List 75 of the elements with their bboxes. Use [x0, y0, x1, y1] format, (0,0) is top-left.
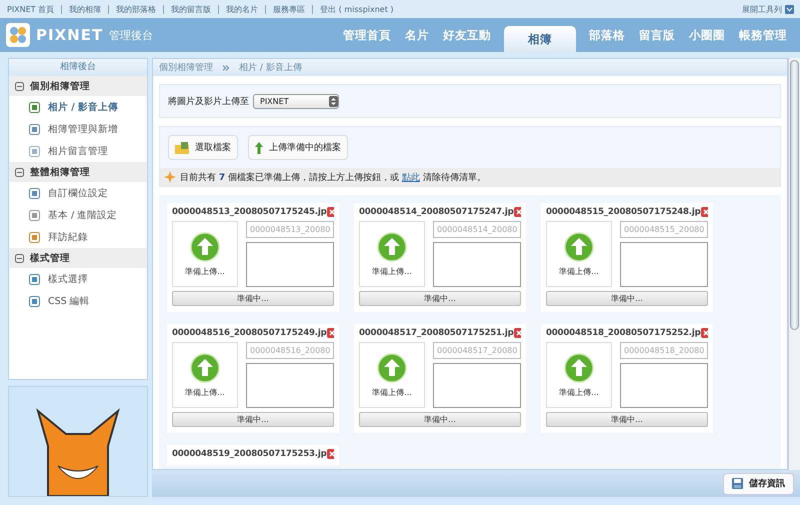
sidebar-item[interactable]: 自訂欄位設定	[9, 182, 147, 204]
sidebar-item[interactable]: CSS 編輯	[9, 290, 147, 312]
close-icon[interactable]	[514, 207, 521, 217]
file-name: 0000048514_20080507175247.jp	[359, 207, 514, 217]
sidebar-item[interactable]: 基本 / 進階設定	[9, 204, 147, 226]
preparing-button[interactable]: 準備中...	[172, 412, 334, 427]
close-icon[interactable]	[326, 449, 334, 459]
sidebar-section[interactable]: 樣式管理	[9, 248, 147, 268]
close-icon[interactable]	[700, 207, 708, 217]
preparing-button[interactable]: 準備中...	[172, 291, 334, 306]
top-link[interactable]: 我的留言版	[163, 4, 218, 14]
file-name: 0000048515_20080507175248.jp	[546, 207, 701, 217]
brand-name: PIXNET	[36, 26, 104, 44]
top-link[interactable]: 我的相簿	[61, 4, 108, 14]
close-icon[interactable]	[700, 328, 708, 338]
folder-icon	[175, 142, 189, 154]
stepper-icon	[329, 96, 338, 106]
file-name: 0000048517_20080507175251.jp	[359, 328, 514, 338]
upload-status: 準備上傳...	[559, 386, 599, 398]
preparing-button[interactable]: 準備中...	[546, 412, 708, 427]
sidebar-title: 相簿後台	[9, 59, 147, 76]
description-field[interactable]	[246, 363, 334, 408]
logo-icon	[6, 23, 30, 47]
up-arrow-icon	[255, 142, 263, 154]
upload-status: 準備上傳...	[372, 266, 412, 276]
sidebar-item[interactable]: 相片 / 影音上傳	[9, 96, 147, 118]
close-icon[interactable]	[326, 328, 334, 338]
preparing-button[interactable]: 準備中...	[546, 291, 708, 306]
sidebar-item[interactable]: 相片留言管理	[9, 140, 147, 162]
collapse-icon[interactable]	[15, 82, 24, 90]
select-files-button[interactable]: 選取檔案	[168, 135, 238, 160]
top-link[interactable]: 登出 ( misspixnet )	[312, 4, 401, 14]
scrollbar[interactable]	[788, 58, 800, 470]
expand-icon[interactable]	[785, 4, 794, 14]
sidebar-section[interactable]: 個別相簿管理	[9, 76, 147, 96]
upload-status: 準備上傳...	[559, 266, 599, 276]
description-field[interactable]	[433, 242, 521, 287]
preparing-button[interactable]: 準備中...	[359, 412, 521, 427]
destination-select[interactable]: PIXNET	[253, 94, 339, 108]
description-field[interactable]	[620, 242, 708, 287]
file-name: 0000048519_20080507175253.jp	[172, 449, 327, 459]
close-icon[interactable]	[514, 328, 521, 338]
file-name: 0000048513_20080507175245.jp	[172, 207, 327, 217]
breadcrumb-link[interactable]: 個別相簿管理	[159, 61, 213, 74]
file-name: 0000048516_20080507175249.jp	[172, 328, 327, 338]
collapse-icon[interactable]	[15, 254, 24, 262]
preparing-button[interactable]: 準備中...	[359, 291, 521, 306]
top-link[interactable]: 我的名片	[218, 4, 266, 14]
top-link[interactable]: 我的部落格	[108, 4, 164, 14]
nav-tab[interactable]: 相簿	[504, 26, 576, 52]
file-name: 0000048518_20080507175252.jp	[546, 328, 701, 338]
top-link[interactable]: PIXNET 首頁	[0, 4, 62, 14]
upload-status: 準備上傳...	[372, 386, 412, 398]
sidebar-item[interactable]: 樣式選擇	[9, 268, 147, 290]
description-field[interactable]	[246, 242, 334, 287]
collapse-icon[interactable]	[15, 168, 24, 176]
upload-files-button[interactable]: 上傳準備中的檔案	[248, 135, 348, 160]
description-field[interactable]	[433, 363, 521, 408]
notice-text: 目前共有 7 個檔案已準備上傳，請按上方上傳按鈕，或 點此 清除待傳清單。	[180, 171, 486, 184]
sidebar-item[interactable]: 相簿管理與新增	[9, 118, 147, 140]
breadcrumb-current: 相片 / 影音上傳	[239, 62, 302, 74]
upload-status: 準備上傳...	[185, 386, 225, 398]
upload-status: 準備上傳...	[185, 266, 225, 276]
double-chevron-icon	[223, 64, 229, 70]
close-icon[interactable]	[326, 207, 334, 217]
clear-list-link[interactable]: 點此	[402, 172, 420, 182]
save-button[interactable]: 儲存資訊	[723, 472, 794, 494]
sidebar-section[interactable]: 整體相簿管理	[9, 162, 147, 182]
brand-subtitle: 管理後台	[109, 28, 154, 42]
toolbar-toggle-link[interactable]: 展開工具列	[742, 4, 782, 14]
description-field[interactable]	[620, 363, 708, 408]
sidebar-item[interactable]: 拜訪紀錄	[9, 226, 147, 248]
destination-label: 將圖片及影片上傳至	[168, 96, 249, 108]
star-icon	[164, 171, 176, 183]
top-link[interactable]: 服務專區	[265, 4, 312, 14]
